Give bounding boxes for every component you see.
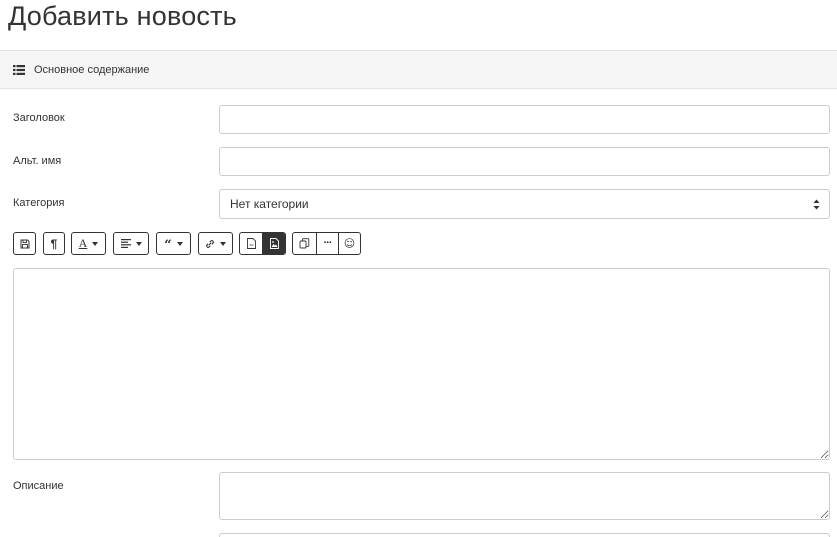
quote-icon: “ (164, 238, 172, 253)
link-icon (206, 239, 214, 248)
next-field-input[interactable] (219, 533, 830, 537)
font-color-button[interactable]: A (71, 232, 106, 255)
image-icon (269, 238, 279, 249)
category-select[interactable]: Нет категории (219, 189, 830, 219)
page-title: Добавить новость (8, 1, 237, 31)
description-label: Описание (13, 480, 64, 492)
image-button[interactable] (262, 233, 285, 254)
alias-label: Альт. имя (13, 155, 62, 167)
section-header-main-content[interactable]: Основное содержание (0, 50, 837, 89)
more-icon: ··· (323, 237, 333, 249)
chevron-down-icon (220, 241, 226, 246)
paragraph-button[interactable]: ¶ (43, 232, 65, 255)
align-button[interactable] (113, 232, 149, 255)
copy-button[interactable] (293, 233, 316, 254)
font-color-icon: A (78, 236, 88, 250)
document-icon (246, 238, 256, 249)
title-input[interactable] (219, 105, 830, 134)
chevron-down-icon (92, 241, 99, 246)
title-label: Заголовок (13, 112, 65, 124)
insert-button-group: ··· ☺ (292, 232, 361, 255)
paragraph-icon: ¶ (50, 236, 58, 251)
category-select-value: Нет категории (230, 197, 309, 211)
chevron-down-icon (135, 241, 142, 246)
media-button-group (239, 232, 286, 255)
section-title: Основное содержание (34, 63, 150, 76)
chevron-down-icon (176, 241, 183, 246)
link-button[interactable] (198, 232, 233, 255)
description-textarea[interactable] (219, 472, 830, 520)
content-editor[interactable] (13, 268, 830, 460)
save-icon (20, 239, 29, 248)
quote-button[interactable]: “ (156, 232, 191, 255)
document-button[interactable] (240, 233, 262, 254)
smiley-icon: ☺ (343, 237, 356, 250)
alias-input[interactable] (219, 147, 830, 176)
category-label: Категория (13, 197, 65, 209)
smiley-button[interactable]: ☺ (338, 233, 360, 254)
copy-icon (299, 238, 310, 249)
select-arrows-icon (813, 199, 820, 210)
list-icon (13, 64, 25, 75)
more-button[interactable]: ··· (316, 233, 338, 254)
align-icon (120, 239, 131, 248)
save-button[interactable] (13, 232, 36, 255)
